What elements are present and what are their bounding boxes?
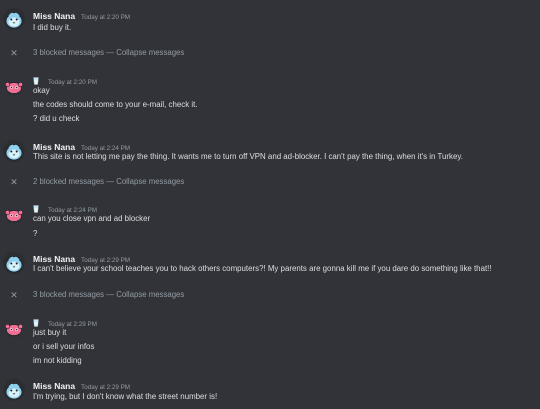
blocked-messages-bar: ✕ 3 blocked messages — Collapse messages bbox=[0, 45, 540, 61]
message-text: I can't believe your school teaches you … bbox=[33, 264, 492, 273]
username[interactable]: Miss Nana bbox=[33, 11, 75, 21]
timestamp: Today at 2:20 PM bbox=[48, 79, 98, 86]
user-avatar[interactable] bbox=[3, 76, 25, 98]
separator: — bbox=[104, 48, 117, 57]
close-icon[interactable]: ✕ bbox=[10, 287, 18, 303]
separator: — bbox=[104, 177, 117, 186]
cup-badge-icon bbox=[33, 77, 39, 85]
message-text: okay bbox=[33, 86, 50, 95]
pink-crab-avatar-icon bbox=[3, 318, 25, 340]
message-text: This site is not letting me pay the thin… bbox=[33, 152, 463, 161]
message-header: Miss Nana Today at 2:29 PM bbox=[33, 378, 130, 391]
cup-badge-icon bbox=[33, 319, 39, 327]
message-group: Today at 2:20 PM okay the codes should c… bbox=[0, 72, 540, 128]
close-icon[interactable]: ✕ bbox=[10, 174, 18, 190]
user-avatar[interactable] bbox=[3, 252, 25, 274]
user-avatar[interactable] bbox=[3, 140, 25, 162]
message-group: Today at 2:29 PM just buy it or i sell y… bbox=[0, 314, 540, 370]
message-text: can you close vpn and ad blocker bbox=[33, 214, 151, 223]
chat-window: { "messages": [ {"author":"Miss Nana","t… bbox=[0, 0, 540, 409]
message-group: Today at 2:24 PM can you close vpn and a… bbox=[0, 200, 540, 242]
blue-round-creature-avatar-icon bbox=[3, 8, 25, 30]
user-avatar[interactable] bbox=[3, 318, 25, 340]
pink-crab-avatar-icon bbox=[3, 76, 25, 98]
message-text: I did buy it. bbox=[33, 23, 72, 32]
blocked-count: 3 blocked messages bbox=[33, 290, 105, 299]
close-icon[interactable]: ✕ bbox=[10, 45, 18, 61]
blocked-count: 3 blocked messages bbox=[33, 48, 105, 57]
blocked-messages-bar: ✕ 2 blocked messages — Collapse messages bbox=[0, 174, 540, 190]
collapse-messages-link[interactable]: Collapse messages bbox=[116, 290, 184, 299]
timestamp: Today at 2:20 PM bbox=[81, 14, 131, 21]
message-text: just buy it bbox=[33, 328, 67, 337]
message-text: I'm trying, but I don't know what the st… bbox=[33, 392, 218, 401]
message-text: ? did u check bbox=[33, 114, 80, 123]
message-group: Miss Nana Today at 2:29 PM I'm trying, bu… bbox=[0, 377, 540, 407]
user-avatar[interactable] bbox=[3, 8, 25, 30]
blocked-count: 2 blocked messages bbox=[33, 177, 105, 186]
message-group: Miss Nana Today at 2:24 PM This site is n… bbox=[0, 138, 540, 168]
user-avatar[interactable] bbox=[3, 379, 25, 401]
message-header: Miss Nana Today at 2:20 PM bbox=[33, 8, 130, 21]
message-text: the codes should come to your e-mail, ch… bbox=[33, 100, 198, 109]
message-text: or i sell your infos bbox=[33, 342, 95, 351]
separator: — bbox=[104, 290, 117, 299]
message-group: Miss Nana Today at 2:20 PM I did buy it. bbox=[0, 6, 540, 36]
cup-badge-icon bbox=[33, 205, 39, 213]
message-text: im not kidding bbox=[33, 356, 82, 365]
message-text: ? bbox=[33, 229, 38, 238]
user-avatar[interactable] bbox=[3, 204, 25, 226]
message-group: Miss Nana Today at 2:29 PM I can't believ… bbox=[0, 250, 540, 280]
collapse-messages-link[interactable]: Collapse messages bbox=[116, 48, 184, 57]
blocked-messages-bar: ✕ 3 blocked messages — Collapse messages bbox=[0, 287, 540, 303]
collapse-messages-link[interactable]: Collapse messages bbox=[116, 177, 184, 186]
blue-round-creature-avatar-icon bbox=[3, 379, 25, 401]
timestamp: Today at 2:29 PM bbox=[81, 384, 131, 391]
blue-round-creature-avatar-icon bbox=[3, 140, 25, 162]
username[interactable]: Miss Nana bbox=[33, 381, 75, 391]
pink-crab-avatar-icon bbox=[3, 204, 25, 226]
blue-round-creature-avatar-icon bbox=[3, 252, 25, 274]
